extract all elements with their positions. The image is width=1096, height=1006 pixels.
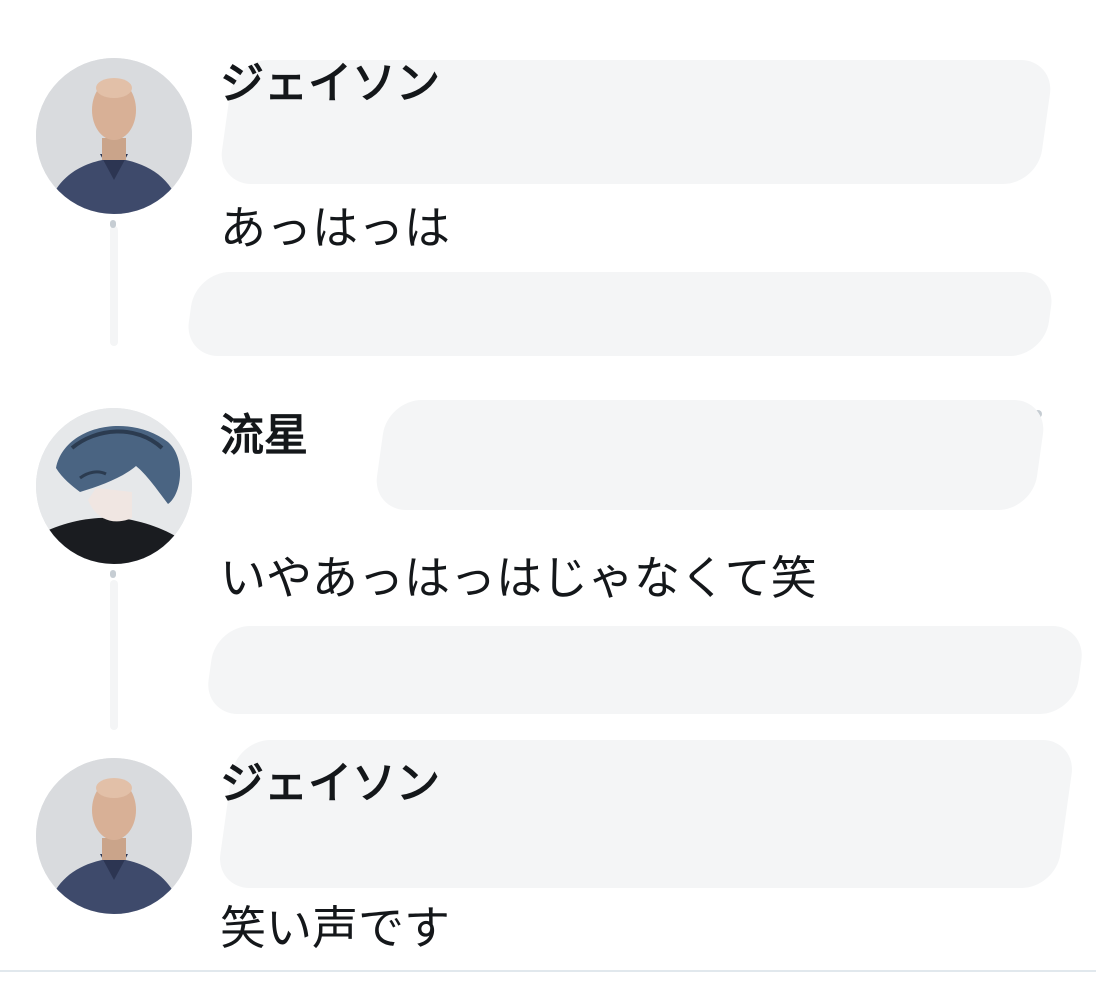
thread-connector-dot bbox=[110, 220, 116, 228]
redacted-stroke bbox=[184, 272, 1056, 356]
author-name[interactable]: ジェイソン bbox=[220, 58, 440, 110]
author-name[interactable]: 流星 bbox=[220, 410, 308, 462]
tweet-text: あっはっは bbox=[220, 201, 450, 255]
avatar[interactable] bbox=[36, 408, 192, 564]
anime-boy-avatar-icon bbox=[36, 408, 192, 564]
tweet-text: いやあっはっはじゃなくて笑 bbox=[220, 551, 817, 605]
tweet-text: 笑い声です bbox=[220, 901, 450, 955]
thread-connector bbox=[110, 580, 118, 730]
avatar[interactable] bbox=[36, 58, 192, 214]
reply-thread: ジェイソン あっはっは 流星 いやあっはっはじゃなくて笑 ジェイソン 笑い声です bbox=[0, 0, 1096, 1006]
bottom-divider bbox=[0, 970, 1096, 972]
bald-man-avatar-icon bbox=[36, 58, 192, 214]
redacted-handle bbox=[372, 400, 1048, 510]
author-name[interactable]: ジェイソン bbox=[220, 758, 440, 810]
bald-man-avatar-icon bbox=[36, 758, 192, 914]
thread-connector-dot bbox=[110, 570, 116, 578]
avatar[interactable] bbox=[36, 758, 192, 914]
thread-connector bbox=[110, 226, 118, 346]
redacted-stroke bbox=[203, 626, 1087, 714]
